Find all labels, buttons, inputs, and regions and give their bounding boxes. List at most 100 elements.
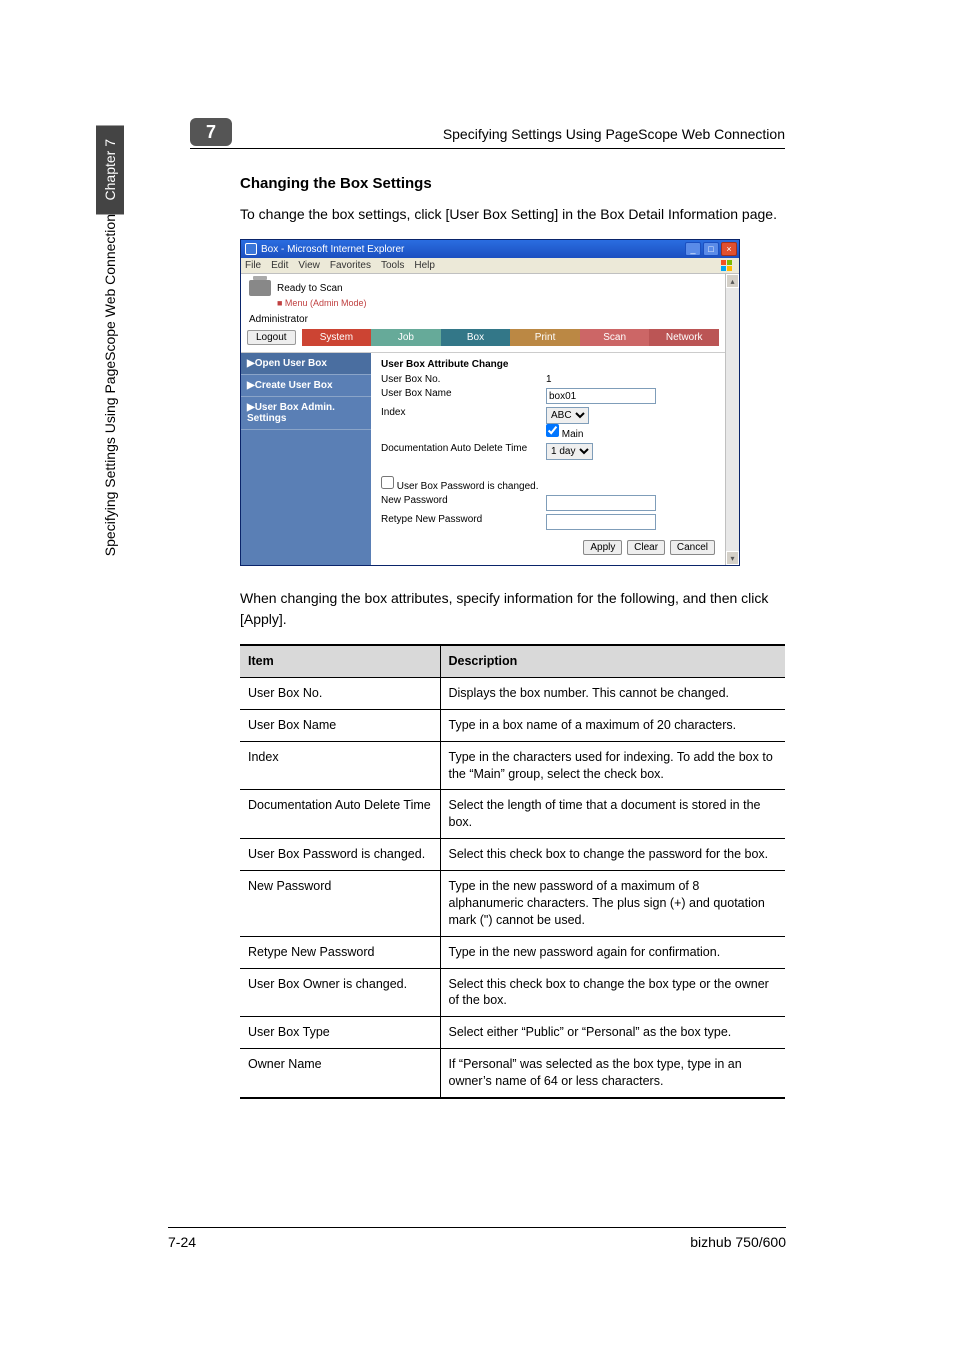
tab-print[interactable]: Print [510, 329, 580, 346]
label-autodelete: Documentation Auto Delete Time [381, 443, 546, 460]
cancel-button[interactable]: Cancel [670, 540, 715, 555]
main-checkbox-label[interactable]: Main [546, 429, 583, 440]
label-user-box-name: User Box Name [381, 388, 546, 404]
ie-icon [245, 243, 257, 255]
tab-scan[interactable]: Scan [580, 329, 650, 346]
menu-help[interactable]: Help [414, 260, 435, 271]
menubar: File Edit View Favorites Tools Help [241, 258, 739, 274]
th-item: Item [240, 645, 440, 677]
admin-label: Administrator [241, 312, 725, 327]
cell-desc: Displays the box number. This cannot be … [440, 677, 785, 709]
minimize-button[interactable]: _ [685, 242, 701, 256]
user-box-name-input[interactable] [546, 388, 656, 404]
sidenav-create-user-box[interactable]: ▶Create User Box [241, 375, 371, 397]
table-row: User Box Password is changed.Select this… [240, 839, 785, 871]
tab-network[interactable]: Network [649, 329, 719, 346]
status-text: Ready to Scan [277, 283, 343, 294]
table-row: Documentation Auto Delete TimeSelect the… [240, 790, 785, 839]
scrollbar[interactable]: ▴ ▾ [725, 274, 739, 565]
form-title: User Box Attribute Change [381, 359, 715, 370]
cell-desc: Type in a box name of a maximum of 20 ch… [440, 709, 785, 741]
cell-desc: Select either “Public” or “Personal” as … [440, 1017, 785, 1049]
table-row: Owner NameIf “Personal” was selected as … [240, 1049, 785, 1098]
label-new-password: New Password [381, 495, 546, 511]
pw-changed-checkbox[interactable] [381, 476, 394, 489]
browser-window: Box - Microsoft Internet Explorer _ □ × … [240, 239, 740, 566]
cell-item: Retype New Password [240, 936, 440, 968]
pw-changed-label: User Box Password is changed. [397, 481, 539, 492]
titlebar[interactable]: Box - Microsoft Internet Explorer _ □ × [241, 240, 739, 258]
cell-item: User Box Name [240, 709, 440, 741]
tab-box[interactable]: Box [441, 329, 511, 346]
apply-button[interactable]: Apply [583, 540, 622, 555]
footer-model: bizhub 750/600 [690, 1234, 786, 1250]
main-content: Changing the Box Settings To change the … [240, 175, 785, 1099]
printer-icon [249, 280, 271, 296]
settings-table: Item Description User Box No.Displays th… [240, 644, 785, 1099]
menu-favorites[interactable]: Favorites [330, 260, 371, 271]
sidenav-user-box-admin[interactable]: ▶User Box Admin. Settings [241, 397, 371, 430]
cell-item: New Password [240, 871, 440, 937]
menu-file[interactable]: File [245, 260, 261, 271]
cell-desc: Select this check box to change the box … [440, 968, 785, 1017]
maximize-button[interactable]: □ [703, 242, 719, 256]
table-row: User Box NameType in a box name of a max… [240, 709, 785, 741]
footer-page-number: 7-24 [168, 1234, 196, 1250]
th-desc: Description [440, 645, 785, 677]
value-user-box-no: 1 [546, 374, 552, 385]
intro-paragraph: To change the box settings, click [User … [240, 204, 785, 225]
table-row: User Box TypeSelect either “Public” or “… [240, 1017, 785, 1049]
table-row: User Box No.Displays the box number. Thi… [240, 677, 785, 709]
logout-button[interactable]: Logout [247, 330, 296, 345]
cell-item: Owner Name [240, 1049, 440, 1098]
side-nav: ▶Open User Box ▶Create User Box ▶User Bo… [241, 353, 371, 565]
index-select[interactable]: ABC [546, 407, 589, 424]
table-row: Retype New PasswordType in the new passw… [240, 936, 785, 968]
side-tab: Chapter 7 Specifying Settings Using Page… [96, 125, 124, 567]
label-index: Index [381, 407, 546, 440]
page-header: Specifying Settings Using PageScope Web … [370, 126, 785, 142]
header-rule [190, 148, 785, 149]
menu-tools[interactable]: Tools [381, 260, 404, 271]
tab-job[interactable]: Job [371, 329, 441, 346]
close-button[interactable]: × [721, 242, 737, 256]
cell-desc: Type in the characters used for indexing… [440, 741, 785, 790]
cell-item: User Box Password is changed. [240, 839, 440, 871]
table-row: User Box Owner is changed.Select this ch… [240, 968, 785, 1017]
windows-flag-icon [721, 260, 735, 272]
cell-item: User Box Owner is changed. [240, 968, 440, 1017]
autodelete-select[interactable]: 1 day [546, 443, 593, 460]
new-password-input[interactable] [546, 495, 656, 511]
cell-item: User Box No. [240, 677, 440, 709]
chapter-tab: Chapter 7 [96, 125, 124, 214]
form-area: User Box Attribute Change User Box No. 1… [371, 353, 725, 565]
cell-desc: Select the length of time that a documen… [440, 790, 785, 839]
menu-mode-label: ■ Menu (Admin Mode) [269, 298, 725, 312]
pw-changed-row[interactable]: User Box Password is changed. [381, 476, 546, 492]
menu-edit[interactable]: Edit [271, 260, 288, 271]
cell-desc: Type in the new password of a maximum of… [440, 871, 785, 937]
scroll-down-icon[interactable]: ▾ [726, 551, 739, 565]
label-user-box-no: User Box No. [381, 374, 546, 385]
cell-desc: Select this check box to change the pass… [440, 839, 785, 871]
footer-rule [168, 1227, 786, 1228]
scroll-up-icon[interactable]: ▴ [726, 274, 739, 288]
sidenav-open-user-box[interactable]: ▶Open User Box [241, 353, 371, 375]
chapter-number-badge: 7 [190, 118, 232, 146]
table-row: New PasswordType in the new password of … [240, 871, 785, 937]
retype-password-input[interactable] [546, 514, 656, 530]
table-row: IndexType in the characters used for ind… [240, 741, 785, 790]
label-retype-password: Retype New Password [381, 514, 546, 530]
window-title: Box - Microsoft Internet Explorer [261, 244, 404, 255]
section-title: Changing the Box Settings [240, 175, 785, 192]
cell-item: User Box Type [240, 1017, 440, 1049]
cell-item: Index [240, 741, 440, 790]
menu-view[interactable]: View [298, 260, 320, 271]
cell-desc: Type in the new password again for confi… [440, 936, 785, 968]
main-checkbox[interactable] [546, 424, 559, 437]
after-image-paragraph: When changing the box attributes, specif… [240, 588, 785, 630]
main-label-text: Main [562, 429, 584, 440]
cell-desc: If “Personal” was selected as the box ty… [440, 1049, 785, 1098]
tab-system[interactable]: System [302, 329, 372, 346]
clear-button[interactable]: Clear [627, 540, 665, 555]
